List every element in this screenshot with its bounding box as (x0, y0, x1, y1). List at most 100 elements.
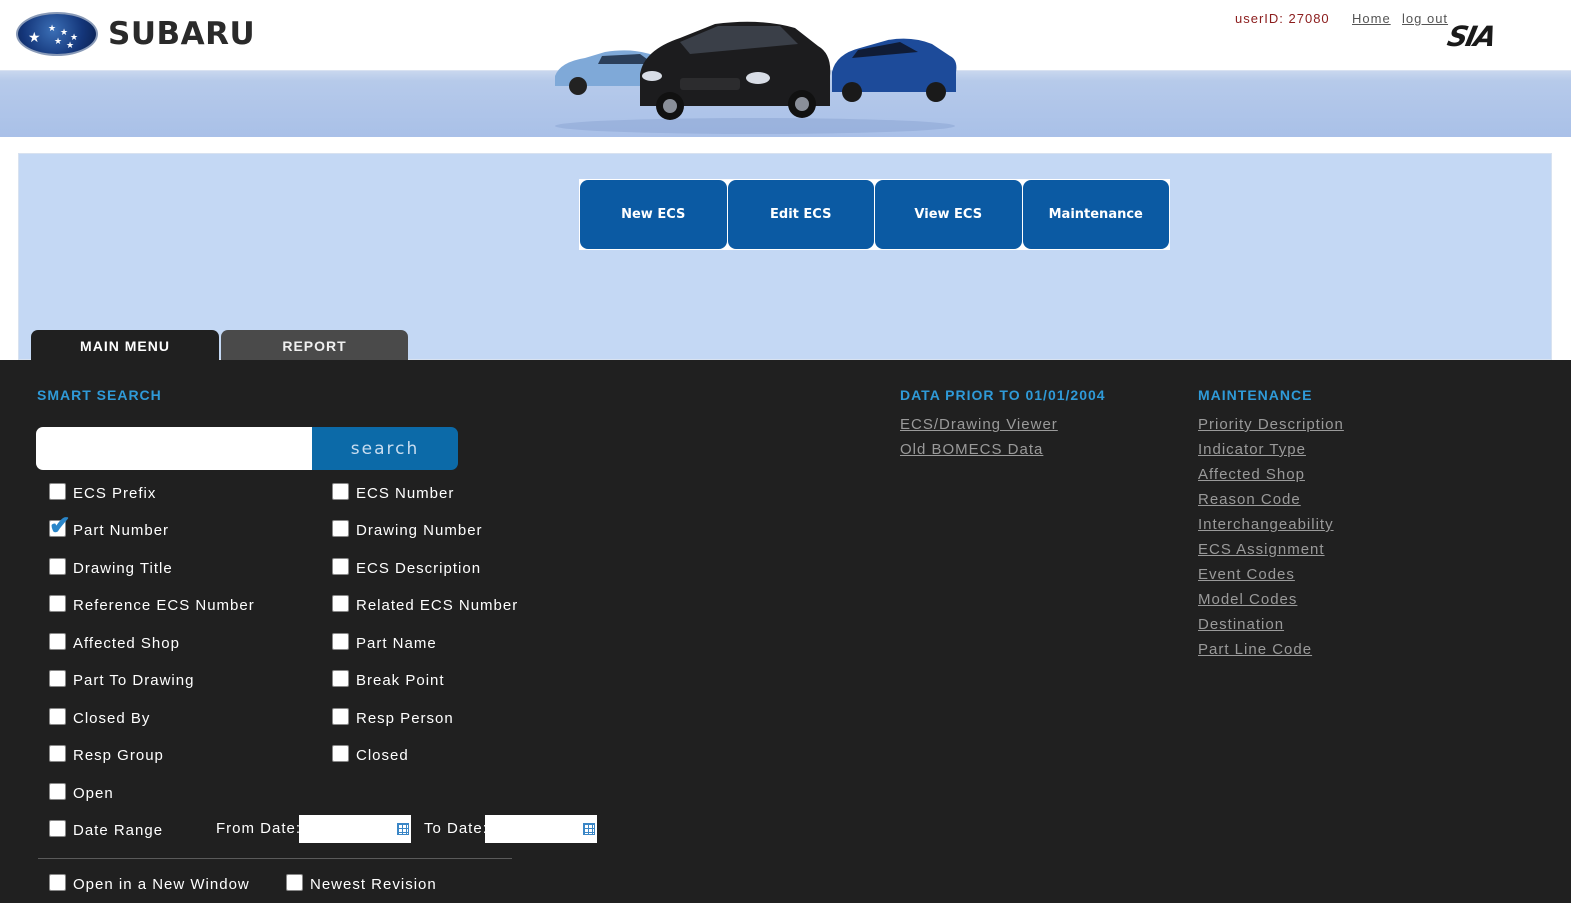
option-label: Drawing Number (356, 522, 483, 539)
option-ecs-prefix[interactable]: ECS Prefix (49, 480, 156, 502)
option-label: Reference ECS Number (73, 597, 255, 614)
calendar-icon[interactable] (583, 823, 595, 835)
affected-shop-link[interactable]: Affected Shop (1198, 466, 1305, 483)
option-date-range[interactable]: Date Range (49, 817, 163, 839)
to-date-input[interactable] (485, 815, 597, 843)
calendar-icon[interactable] (397, 823, 409, 835)
part-line-code-link[interactable]: Part Line Code (1198, 641, 1312, 658)
option-label: Closed (356, 747, 409, 764)
option-label: Part To Drawing (73, 672, 195, 689)
ecs-assignment-link[interactable]: ECS Assignment (1198, 541, 1325, 558)
maintenance-title: MAINTENANCE (1198, 387, 1313, 403)
smart-search-input[interactable] (36, 427, 313, 470)
option-related-ecs-number[interactable]: Related ECS Number (332, 592, 518, 614)
option-part-number[interactable]: ✔ Part Number (49, 512, 170, 539)
option-reference-ecs-number[interactable]: Reference ECS Number (49, 592, 255, 614)
option-label: Open (73, 785, 114, 802)
option-label: Drawing Title (73, 560, 173, 577)
part-number-checkbox[interactable]: ✔ (49, 512, 71, 538)
option-label: Part Number (73, 522, 170, 539)
part-name-checkbox[interactable] (332, 632, 349, 650)
option-resp-group[interactable]: Resp Group (49, 742, 164, 764)
site-header: ★ ★ ★ ★ ★ ★ SUBARU userID: 27080 Home lo… (0, 0, 1571, 137)
car-dark-blue (832, 38, 957, 102)
break-point-checkbox[interactable] (332, 669, 349, 687)
tab-report[interactable]: REPORT (221, 330, 408, 361)
option-part-to-drawing[interactable]: Part To Drawing (49, 667, 194, 689)
option-label: ECS Description (356, 560, 482, 577)
option-label: Closed By (73, 710, 151, 727)
option-part-name[interactable]: Part Name (332, 630, 437, 652)
resp-person-checkbox[interactable] (332, 707, 349, 725)
option-closed[interactable]: Closed (332, 742, 409, 764)
option-ecs-number[interactable]: ECS Number (332, 480, 454, 502)
ecs-description-checkbox[interactable] (332, 557, 349, 575)
reason-code-link[interactable]: Reason Code (1198, 491, 1301, 508)
option-drawing-number[interactable]: Drawing Number (332, 517, 483, 539)
option-open[interactable]: Open (49, 780, 114, 802)
logout-link[interactable]: log out (1402, 11, 1448, 26)
option-closed-by[interactable]: Closed By (49, 705, 150, 727)
user-id-label: userID: 27080 (1235, 11, 1330, 26)
date-range-checkbox[interactable] (49, 819, 66, 837)
indicator-type-link[interactable]: Indicator Type (1198, 441, 1306, 458)
option-label: ECS Number (356, 485, 455, 502)
old-bomecs-data-link[interactable]: Old BOMECS Data (900, 441, 1043, 458)
car-black-sedan (640, 21, 831, 120)
maintenance-button[interactable]: Maintenance (1022, 180, 1169, 249)
newest-revision-checkbox[interactable] (286, 873, 303, 891)
model-codes-link[interactable]: Model Codes (1198, 591, 1297, 608)
to-date-label: To Date: (424, 820, 488, 837)
related-ecs-number-checkbox[interactable] (332, 594, 349, 612)
interchangeability-link[interactable]: Interchangeability (1198, 516, 1334, 533)
drawing-title-checkbox[interactable] (49, 557, 66, 575)
affected-shop-checkbox[interactable] (49, 632, 66, 650)
smart-search-title: SMART SEARCH (37, 387, 162, 403)
option-break-point[interactable]: Break Point (332, 667, 445, 689)
open-new-window-checkbox[interactable] (49, 873, 66, 891)
ecs-prefix-checkbox[interactable] (49, 482, 66, 500)
edit-ecs-button[interactable]: Edit ECS (727, 180, 874, 249)
option-label: Affected Shop (73, 635, 180, 652)
search-button[interactable]: search (312, 427, 458, 470)
event-codes-link[interactable]: Event Codes (1198, 566, 1295, 583)
from-date-label: From Date: (216, 820, 302, 837)
option-open-new-window[interactable]: Open in a New Window (49, 871, 250, 893)
ecs-nav-buttons: New ECS Edit ECS View ECS Maintenance (579, 179, 1170, 250)
subaru-emblem-icon: ★ ★ ★ ★ ★ ★ (16, 12, 98, 56)
option-label: Resp Person (356, 710, 454, 727)
ecs-drawing-viewer-link[interactable]: ECS/Drawing Viewer (900, 416, 1058, 433)
header-cars-image (555, 21, 957, 134)
option-label: Break Point (356, 672, 445, 689)
option-label: Date Range (73, 822, 164, 839)
option-drawing-title[interactable]: Drawing Title (49, 555, 173, 577)
option-affected-shop[interactable]: Affected Shop (49, 630, 180, 652)
option-label: ECS Prefix (73, 485, 157, 502)
ecs-number-checkbox[interactable] (332, 482, 349, 500)
tab-main-menu[interactable]: MAIN MENU (31, 330, 219, 361)
priority-description-link[interactable]: Priority Description (1198, 416, 1344, 433)
data-prior-title: DATA PRIOR TO 01/01/2004 (900, 387, 1106, 403)
option-newest-revision[interactable]: Newest Revision (286, 871, 437, 893)
reference-ecs-number-checkbox[interactable] (49, 594, 66, 612)
drawing-number-checkbox[interactable] (332, 519, 349, 537)
option-label: Related ECS Number (356, 597, 519, 614)
option-label: Resp Group (73, 747, 164, 764)
brand-wordmark: SUBARU (108, 16, 256, 52)
closed-checkbox[interactable] (332, 744, 349, 762)
destination-link[interactable]: Destination (1198, 616, 1284, 633)
part-to-drawing-checkbox[interactable] (49, 669, 66, 687)
new-ecs-button[interactable]: New ECS (580, 180, 727, 249)
option-label: Open in a New Window (73, 876, 250, 893)
option-ecs-description[interactable]: ECS Description (332, 555, 481, 577)
view-ecs-button[interactable]: View ECS (875, 180, 1022, 249)
divider (38, 858, 512, 859)
resp-group-checkbox[interactable] (49, 744, 66, 762)
closed-by-checkbox[interactable] (49, 707, 66, 725)
open-checkbox[interactable] (49, 782, 66, 800)
home-link[interactable]: Home (1352, 11, 1391, 26)
option-resp-person[interactable]: Resp Person (332, 705, 454, 727)
from-date-input[interactable] (299, 815, 411, 843)
subaru-logo: ★ ★ ★ ★ ★ ★ SUBARU (16, 12, 255, 56)
option-label: Newest Revision (310, 876, 437, 893)
